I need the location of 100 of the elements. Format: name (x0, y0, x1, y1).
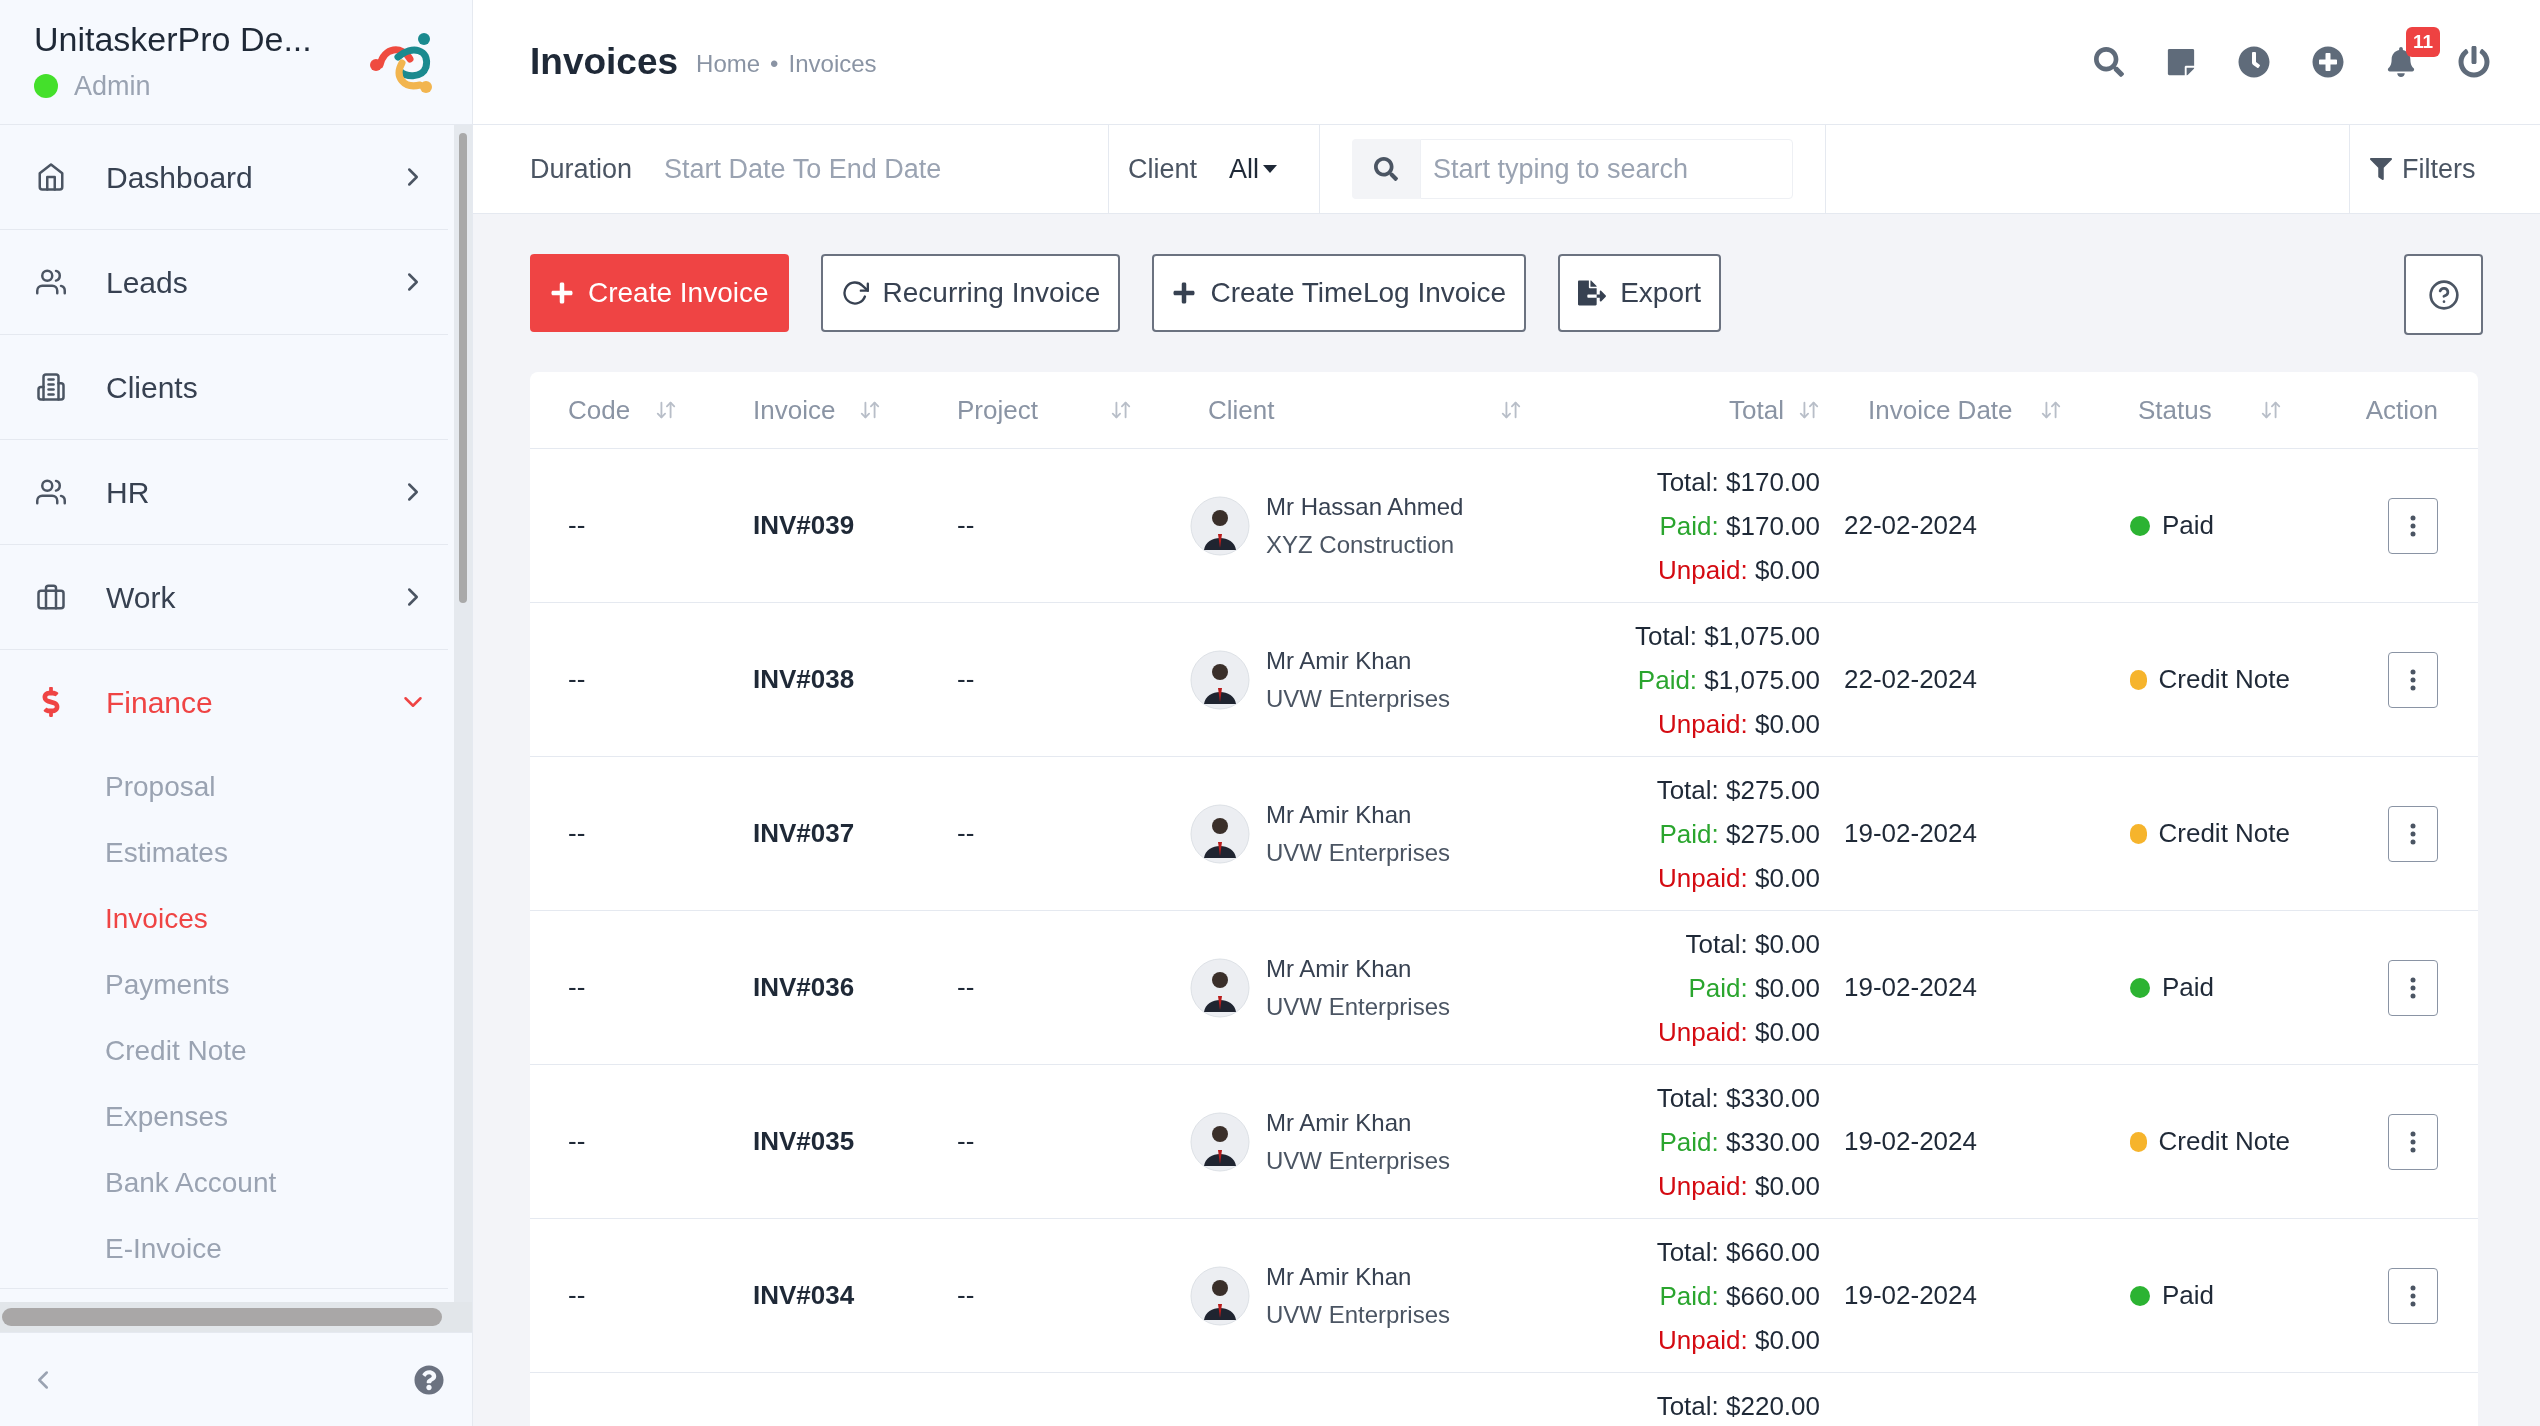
more-vertical-icon (2410, 1130, 2416, 1153)
action-button[interactable]: Recurring Invoice (820, 254, 1121, 332)
brand-name: UnitaskerPro De... (34, 18, 312, 60)
invoice-number[interactable]: INV#039 (753, 510, 855, 540)
unpaid-amount: Unpaid: $0.00 (1658, 1324, 1820, 1357)
avatar (1190, 649, 1250, 710)
notification-badge: 11 (2406, 27, 2441, 57)
sidebar-item[interactable]: HR (0, 440, 448, 544)
more-actions-button[interactable] (2388, 805, 2438, 862)
sort-icon[interactable] (1110, 399, 1132, 421)
invoice-date: 19-02-2024 (1844, 972, 1977, 1002)
table-cell: -- (957, 510, 975, 540)
briefcase-icon (34, 582, 68, 612)
sidebar-item[interactable]: Leads (0, 230, 448, 334)
help-icon (2427, 278, 2460, 311)
sidebar-item[interactable]: Finance (0, 650, 448, 754)
table-cell: -- (568, 510, 586, 540)
client-company: UVW Enterprises (1266, 1299, 1451, 1330)
search-button[interactable] (1352, 139, 1420, 199)
client-dropdown[interactable]: All (1229, 148, 1278, 190)
more-vertical-icon (2410, 822, 2416, 845)
column-header: Action (2365, 393, 2438, 427)
search-icon[interactable] (2094, 47, 2124, 77)
client-name[interactable]: Mr Hassan Ahmed (1266, 487, 1464, 526)
more-actions-button[interactable] (2388, 1267, 2438, 1324)
table-cell: -- (568, 818, 586, 848)
sidebar-subitem[interactable]: Invoices (0, 886, 448, 952)
client-label: Client (1128, 152, 1198, 186)
sort-icon[interactable] (655, 399, 677, 421)
horizontal-scrollbar[interactable] (0, 1302, 472, 1332)
avatar (1190, 803, 1250, 864)
total-amount: Total: $330.00 (1656, 1082, 1820, 1115)
page-title: Invoices (530, 40, 679, 85)
breadcrumb-separator: • (770, 49, 779, 79)
client-name[interactable]: Mr Amir Khan (1266, 795, 1451, 834)
sort-icon[interactable] (2040, 399, 2062, 421)
table-cell: -- (568, 664, 586, 694)
sort-icon[interactable] (859, 399, 881, 421)
clock-icon[interactable] (2238, 46, 2270, 78)
more-actions-button[interactable] (2388, 651, 2438, 708)
notification-bell-icon[interactable] (2386, 47, 2416, 77)
table-cell: -- (568, 1126, 586, 1156)
users-icon (34, 267, 68, 297)
table-cell: -- (957, 1280, 975, 1310)
invoice-number[interactable]: INV#035 (753, 1126, 855, 1156)
power-icon[interactable] (2458, 46, 2490, 78)
client-company: UVW Enterprises (1266, 837, 1451, 868)
invoice-date: 19-02-2024 (1844, 1280, 1977, 1310)
client-company: UVW Enterprises (1266, 1145, 1451, 1176)
plus-icon (1172, 281, 1197, 305)
more-actions-button[interactable] (2388, 497, 2438, 554)
total-amount: Total: $220.00 (1656, 1390, 1820, 1423)
sidebar-item[interactable]: Dashboard (0, 125, 448, 229)
action-button[interactable]: Create TimeLog Invoice (1152, 254, 1527, 332)
status-label: Credit Note (2158, 663, 2290, 696)
sticky-note-icon[interactable] (2166, 47, 2196, 77)
client-name[interactable]: Mr Amir Khan (1266, 641, 1451, 680)
paid-amount: Paid: $170.00 (1659, 510, 1820, 543)
filters-button[interactable]: Filters (2350, 125, 2540, 213)
unpaid-amount: Unpaid: $0.00 (1658, 554, 1820, 587)
avatar (1190, 957, 1250, 1018)
invoice-number[interactable]: INV#038 (753, 664, 855, 694)
vertical-scrollbar[interactable] (454, 125, 472, 1302)
users-icon (34, 477, 68, 507)
paid-amount: Paid: $1,075.00 (1637, 664, 1820, 697)
sort-icon[interactable] (1500, 399, 1522, 421)
client-name[interactable]: Mr Amir Khan (1266, 949, 1451, 988)
user-role: Admin (74, 70, 151, 103)
table-cell: -- (957, 1126, 975, 1156)
table-cell: -- (957, 664, 975, 694)
invoice-number[interactable]: INV#034 (753, 1280, 855, 1310)
total-amount: Total: $660.00 (1656, 1236, 1820, 1269)
invoice-date: 19-02-2024 (1844, 1126, 1977, 1156)
sidebar-item[interactable]: Clients (0, 335, 448, 439)
help-button[interactable] (2404, 254, 2483, 335)
status-label: Credit Note (2158, 817, 2290, 850)
plus-icon (550, 281, 574, 305)
paid-amount: Paid: $275.00 (1659, 818, 1820, 851)
client-name[interactable]: Mr Amir Khan (1266, 1257, 1451, 1296)
client-name[interactable]: Mr Amir Khan (1266, 1103, 1451, 1142)
invoice-number[interactable]: INV#037 (753, 818, 855, 848)
more-vertical-icon (2410, 976, 2416, 999)
sidebar-item[interactable]: Work (0, 545, 448, 649)
action-button[interactable]: Export (1558, 254, 1722, 332)
sort-icon[interactable] (1798, 399, 1820, 421)
add-icon[interactable] (2312, 46, 2344, 78)
more-vertical-icon (2410, 1284, 2416, 1307)
unpaid-amount: Unpaid: $0.00 (1658, 862, 1820, 895)
help-icon[interactable] (414, 1364, 444, 1395)
search-field[interactable]: Start typing to search (1420, 139, 1793, 199)
client-company: XYZ Construction (1266, 529, 1456, 560)
more-actions-button[interactable] (2388, 1113, 2438, 1170)
caret-icon (1263, 165, 1278, 173)
invoice-number[interactable]: INV#036 (753, 972, 855, 1002)
unpaid-amount: Unpaid: $0.00 (1658, 1170, 1820, 1203)
more-actions-button[interactable] (2388, 959, 2438, 1016)
invoice-date: 22-02-2024 (1844, 664, 1977, 694)
sort-icon[interactable] (2260, 399, 2282, 421)
file-export-icon (1578, 279, 1607, 307)
action-button[interactable]: Create Invoice (530, 254, 789, 332)
